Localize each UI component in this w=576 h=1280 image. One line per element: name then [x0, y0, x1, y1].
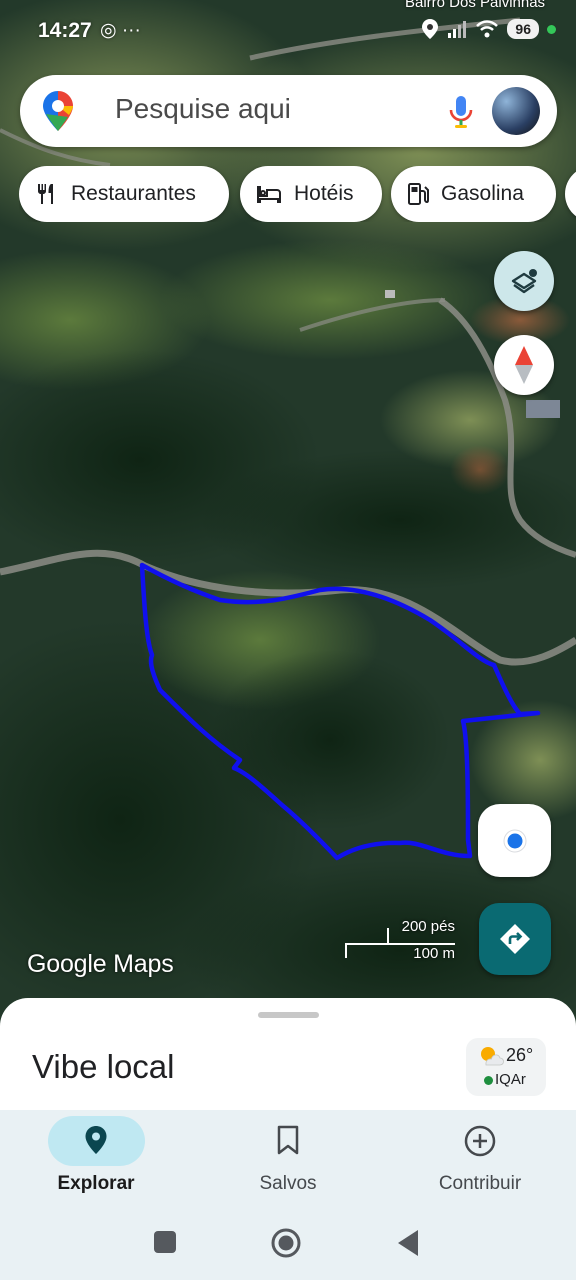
logo-product: Maps	[113, 950, 174, 978]
google-maps-pin-icon	[43, 91, 73, 131]
wifi-icon	[476, 20, 499, 38]
back-icon[interactable]	[396, 1229, 420, 1257]
nav-label: Explorar	[57, 1173, 135, 1194]
status-notification-icons: ◎ ···	[100, 20, 141, 41]
system-navigation-bar	[0, 1210, 576, 1280]
account-avatar[interactable]	[492, 87, 540, 135]
nav-label: Contribuir	[438, 1173, 522, 1194]
sheet-drag-handle[interactable]	[258, 1012, 319, 1018]
partly-sunny-icon	[481, 1047, 504, 1066]
gas-pump-icon	[408, 183, 429, 205]
add-circle-icon	[464, 1125, 496, 1157]
satellite-map[interactable]: Bairro Dos Palvinhas	[0, 0, 576, 1030]
boundary-outline	[139, 562, 541, 861]
nav-explore[interactable]: Explorar	[0, 1110, 192, 1210]
chip-restaurants[interactable]: Restaurantes	[19, 166, 229, 222]
location-icon	[422, 19, 439, 39]
chip-label: Restaurantes	[71, 182, 196, 205]
weather-temperature: 26°	[506, 1045, 534, 1065]
status-right-cluster: 96	[421, 18, 556, 40]
compass-icon	[515, 346, 533, 384]
search-input[interactable]	[115, 93, 435, 125]
chip-hotels[interactable]: Hotéis	[240, 166, 382, 222]
scale-imperial: 200 pés	[401, 918, 455, 935]
search-bar[interactable]	[20, 75, 557, 147]
cell-signal-icon	[448, 21, 467, 38]
weather-widget[interactable]: 26° IQAr	[466, 1038, 546, 1096]
battery-charging-dot	[547, 24, 556, 34]
chip-gas[interactable]: Gasolina	[391, 166, 556, 222]
directions-button[interactable]	[479, 903, 551, 975]
logo-brand: Google	[27, 950, 107, 978]
layers-icon	[511, 269, 537, 294]
status-time: 14:27	[38, 19, 92, 42]
scale-metric: 100 m	[413, 945, 455, 962]
battery-level: 96	[507, 19, 539, 39]
air-quality-label: IQAr	[495, 1071, 526, 1088]
my-location-icon	[503, 829, 526, 852]
layers-button[interactable]	[494, 251, 554, 311]
category-chips: Restaurantes Hotéis Gasolina	[19, 166, 576, 222]
bookmark-icon	[277, 1125, 299, 1155]
status-bar: 14:27 ◎ ··· 96	[0, 0, 576, 60]
nav-saved[interactable]: Salvos	[192, 1110, 384, 1210]
chip-more[interactable]	[565, 166, 576, 222]
explore-pin-icon	[85, 1126, 107, 1154]
nav-contribute[interactable]: Contribuir	[384, 1110, 576, 1210]
nav-label: Salvos	[259, 1173, 317, 1194]
air-quality-dot	[484, 1076, 493, 1085]
google-maps-logo: Google Maps	[27, 950, 174, 979]
bed-icon	[257, 186, 281, 203]
microphone-icon[interactable]	[448, 94, 474, 130]
directions-icon	[500, 924, 530, 954]
map-scale: 200 pés 100 m	[344, 918, 459, 968]
chip-label: Gasolina	[441, 182, 524, 205]
chip-label: Hotéis	[294, 182, 354, 205]
my-location-button[interactable]	[478, 804, 551, 877]
home-icon[interactable]	[270, 1227, 302, 1259]
compass-button[interactable]	[494, 335, 554, 395]
recents-icon[interactable]	[153, 1230, 177, 1254]
sheet-title: Vibe local	[32, 1048, 175, 1085]
bottom-sheet[interactable]: Vibe local 26° IQAr	[0, 998, 576, 1118]
bottom-navigation: Explorar Salvos Contribuir	[0, 1110, 576, 1210]
fork-knife-icon	[38, 184, 53, 204]
